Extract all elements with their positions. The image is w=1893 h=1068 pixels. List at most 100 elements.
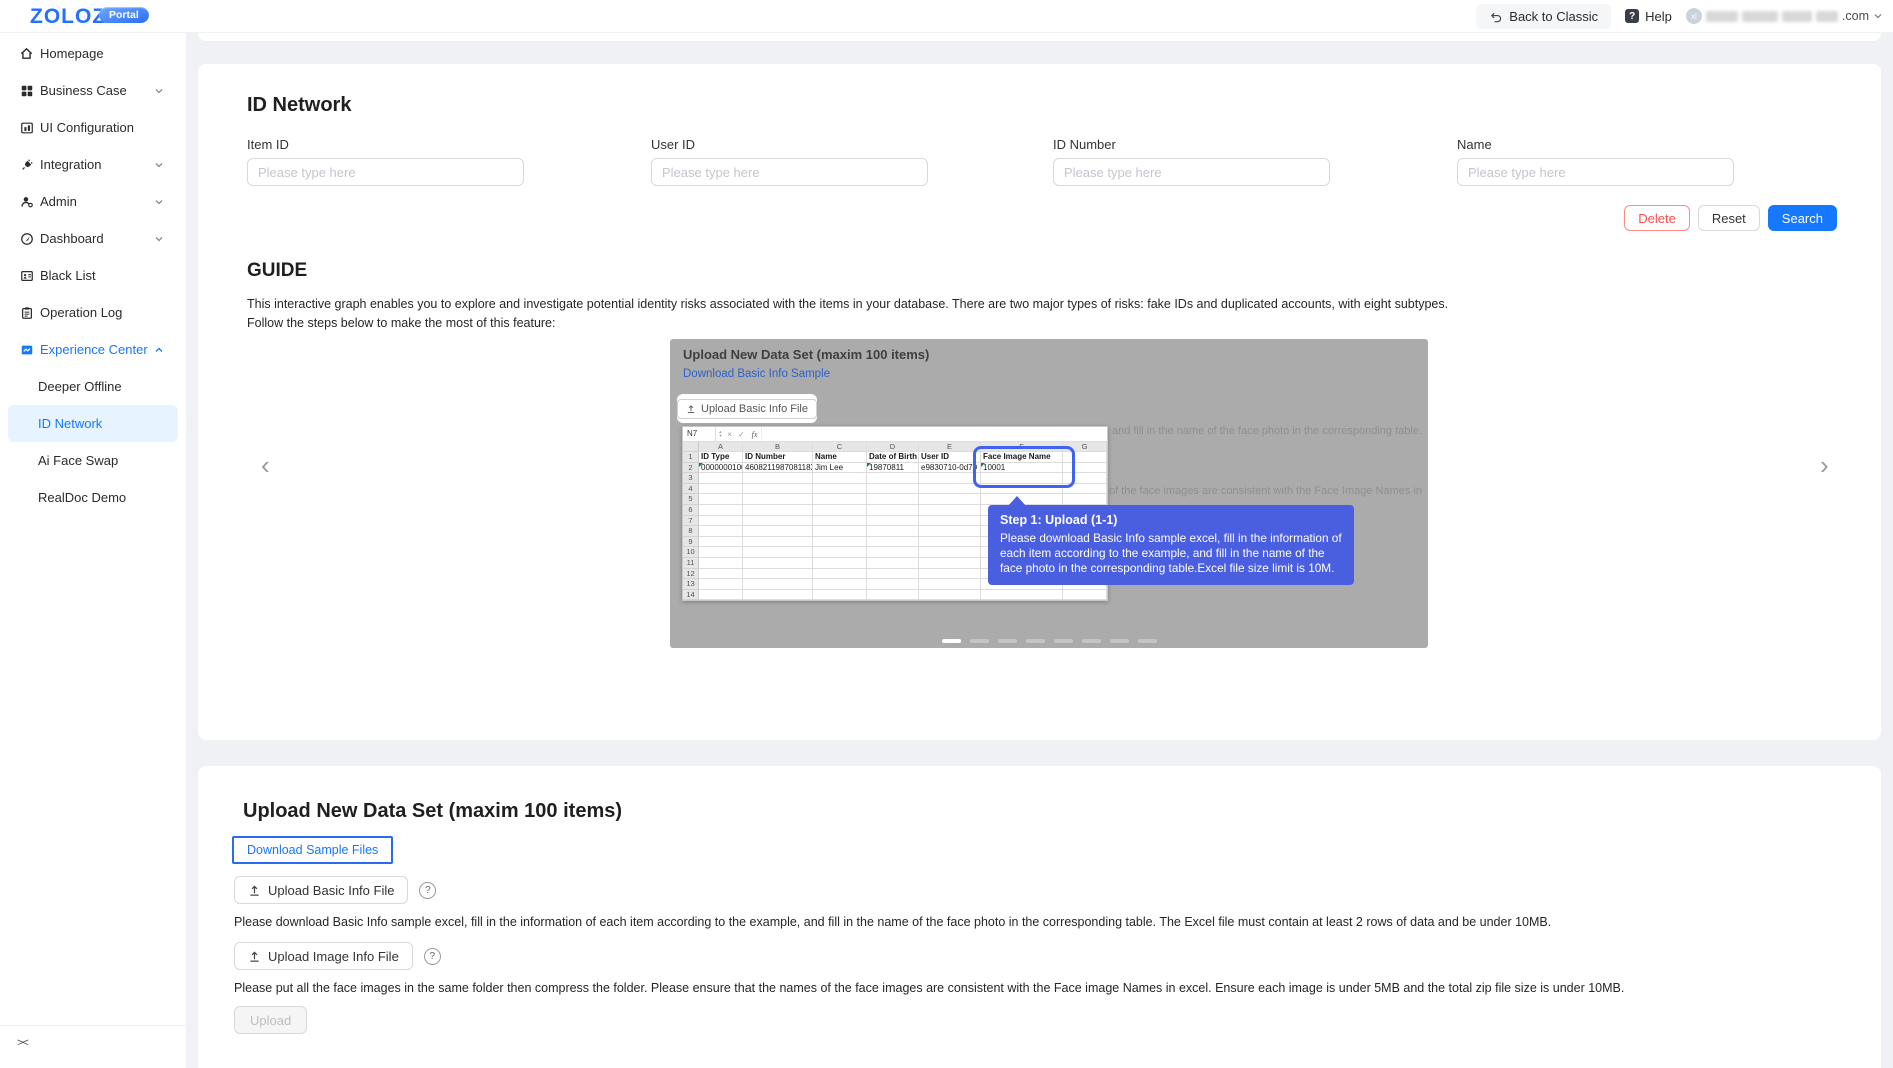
carousel-next-button[interactable]: › [1820,452,1829,478]
reset-button[interactable]: Reset [1698,205,1760,231]
question-circle-icon[interactable]: ? [419,882,436,899]
upload-section-title: Upload New Data Set (maxim 100 items) [243,800,622,823]
image-info-hint: Please put all the face images in the sa… [234,981,1624,995]
sidebar-item-experience-center[interactable]: Experience Center [0,331,186,368]
excel-cell [813,526,867,537]
cancel-icon: × [727,430,732,439]
excel-cell [867,569,919,580]
scrolled-card-remnant [198,32,1881,41]
carousel-dots [670,639,1428,643]
chevron-down-icon [154,160,164,170]
user-email-suffix: .com [1842,9,1869,23]
excel-row-number: 2 [683,463,699,474]
excel-cell [919,494,981,505]
id-number-input[interactable] [1053,158,1330,186]
chevron-down-icon [154,197,164,207]
form-actions: Delete Reset Search [1624,205,1837,231]
help-button[interactable]: ? Help [1625,9,1672,24]
user-menu[interactable]: xi .com [1686,8,1883,24]
download-sample-files-link[interactable]: Download Sample Files [232,836,393,864]
home-icon [19,46,34,61]
id-number-label: ID Number [1053,137,1330,152]
upload-image-info-file-button[interactable]: Upload Image Info File [234,942,413,970]
sidebar-collapse-toggle[interactable]: >< [17,1037,28,1049]
excel-cell: 460821198708118XXX [743,463,813,474]
name-input[interactable] [1457,158,1734,186]
guide-carousel-slide: Upload New Data Set (maxim 100 items) Do… [670,339,1428,648]
sidebar-item-homepage[interactable]: Homepage [0,35,186,72]
carousel-dot[interactable] [970,639,989,643]
sidebar-item-operation-log[interactable]: Operation Log [0,294,186,331]
excel-row-number: 4 [683,484,699,495]
excel-cell [699,537,743,548]
zoloz-logo: ZOLOZ [30,5,106,29]
excel-cell [919,484,981,495]
chevron-down-icon [154,86,164,96]
sidebar-item-id-network[interactable]: ID Network [8,405,178,442]
excel-cell [813,537,867,548]
carousel-dot[interactable] [1082,639,1101,643]
top-header: ZOLOZ Portal Back to Classic ? Help xi .… [0,0,1893,33]
sidebar-item-dashboard[interactable]: Dashboard [0,220,186,257]
accept-icon: ✓ [738,430,745,439]
excel-cell: 00000001003 [699,463,743,474]
excel-row-number: 12 [683,569,699,580]
sidebar-item-realdoc-demo[interactable]: RealDoc Demo [8,479,178,516]
excel-cell: Name [813,452,867,463]
delete-button[interactable]: Delete [1624,205,1690,231]
excel-cell [813,494,867,505]
carousel-dot[interactable] [942,639,961,643]
excel-cell [743,526,813,537]
excel-cell [919,526,981,537]
operation-log-icon [19,305,34,320]
name-label: Name [1457,137,1734,152]
chevron-up-icon [154,345,164,355]
sidebar-item-deeper-offline[interactable]: Deeper Offline [8,368,178,405]
carousel-dot[interactable] [1026,639,1045,643]
excel-column-letter: D [867,442,919,452]
sidebar-item-ai-face-swap[interactable]: Ai Face Swap [8,442,178,479]
excel-cell: ID Number [743,452,813,463]
excel-row-number: 1 [683,452,699,463]
excel-corner [683,442,699,452]
carousel-dot[interactable] [1138,639,1157,643]
excel-row-number: 7 [683,516,699,527]
sidebar-item-black-list[interactable]: Black List [0,257,186,294]
upload-icon [686,404,696,414]
upload-basic-info-file-button[interactable]: Upload Basic Info File [234,876,408,904]
excel-cell [867,516,919,527]
image-info-upload-row: Upload Image Info File ? [234,942,441,970]
item-id-label: Item ID [247,137,524,152]
sidebar-subitem-label: ID Network [38,416,102,431]
carousel-dot[interactable] [998,639,1017,643]
back-to-classic-button[interactable]: Back to Classic [1476,4,1611,29]
item-id-input[interactable] [247,158,524,186]
carousel-dot[interactable] [1054,639,1073,643]
integration-icon [19,157,34,172]
excel-cell [981,590,1063,601]
excel-cell [867,537,919,548]
carousel-dot[interactable] [1110,639,1129,643]
user-id-input[interactable] [651,158,928,186]
sidebar-item-label: Operation Log [40,305,122,320]
excel-cell: 19870811 [867,463,919,474]
carousel-prev-button[interactable]: ‹ [261,452,270,478]
sidebar-item-business-case[interactable]: Business Case [0,72,186,109]
sidebar-subitem-label: Deeper Offline [38,379,122,394]
guide-heading: GUIDE [247,260,307,282]
upload-button[interactable]: Upload [234,1006,307,1034]
excel-cell [699,484,743,495]
search-button[interactable]: Search [1768,205,1837,231]
excel-cell [867,484,919,495]
question-circle-icon[interactable]: ? [424,948,441,965]
excel-row-number: 5 [683,494,699,505]
excel-cell [699,494,743,505]
sidebar-item-integration[interactable]: Integration [0,146,186,183]
excel-cell [699,558,743,569]
chevron-down-icon [1873,11,1883,21]
excel-row-number: 14 [683,590,699,601]
sidebar-item-admin[interactable]: Admin [0,183,186,220]
slide-title: Upload New Data Set (maxim 100 items) [683,347,929,362]
excel-cell [699,526,743,537]
sidebar-item-ui-configuration[interactable]: UI Configuration [0,109,186,146]
